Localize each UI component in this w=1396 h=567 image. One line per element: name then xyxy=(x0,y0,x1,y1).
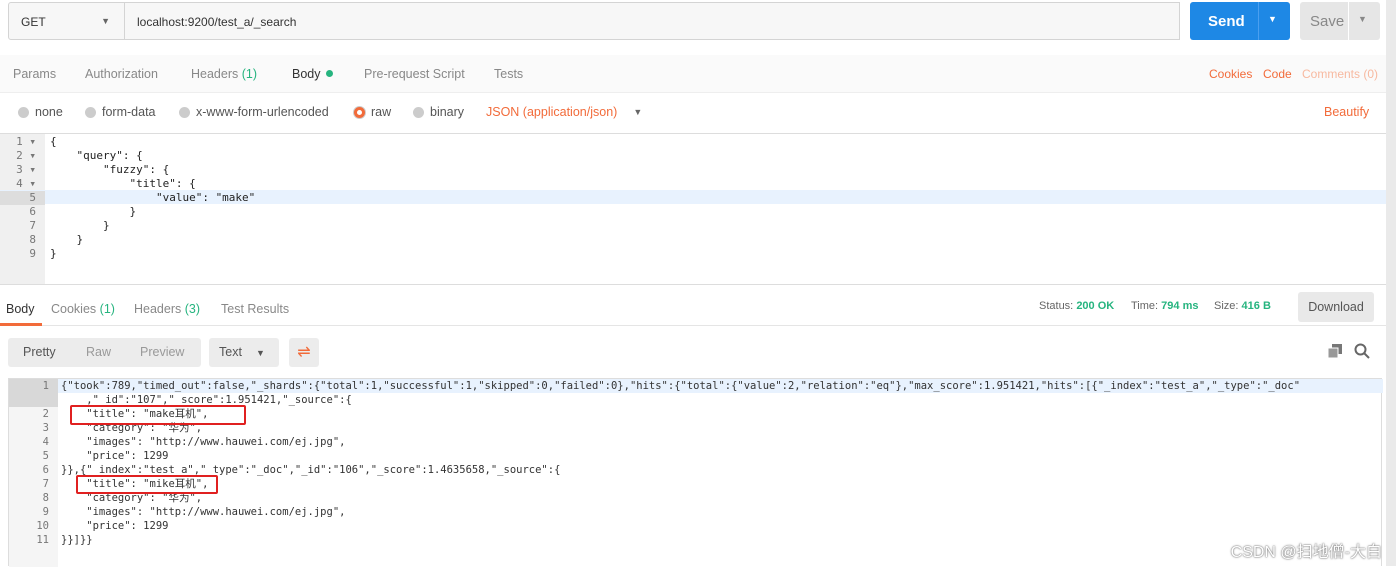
status-readout: Status: 200 OK xyxy=(1039,300,1115,312)
tab-response-headers[interactable]: Headers (3) xyxy=(134,302,200,316)
radio-binary[interactable]: binary xyxy=(413,105,464,119)
line-number: 10 xyxy=(36,520,49,532)
code-line: } xyxy=(50,247,57,260)
line-number: 3 ▾ xyxy=(16,163,36,176)
send-button[interactable]: Send ▼ xyxy=(1190,2,1290,40)
line-number: 2 ▾ xyxy=(16,149,36,162)
highlight-box xyxy=(76,475,218,494)
line-number: 5 xyxy=(42,450,49,462)
tab-response-cookies[interactable]: Cookies (1) xyxy=(51,302,115,316)
radio-urlencoded[interactable]: x-www-form-urlencoded xyxy=(179,105,329,119)
line-number: 6 xyxy=(42,464,49,476)
chevron-down-icon[interactable]: ▼ xyxy=(1268,14,1277,24)
tab-authorization[interactable]: Authorization xyxy=(85,67,158,81)
code-link[interactable]: Code xyxy=(1263,67,1292,81)
tab-tests[interactable]: Tests xyxy=(494,67,523,81)
line-number: 9 xyxy=(29,247,36,260)
active-dot-icon xyxy=(325,70,333,77)
search-icon[interactable] xyxy=(1354,343,1370,359)
tab-label: Body xyxy=(292,67,321,81)
chevron-down-icon: ▼ xyxy=(101,16,110,26)
line-number: 2 xyxy=(42,408,49,420)
content-type-select[interactable]: JSON (application/json) ▼ xyxy=(486,105,642,119)
code-line: "value": "make" xyxy=(50,191,256,204)
line-number: 9 xyxy=(42,506,49,518)
request-bar: GET ▼ localhost:9200/test_a/_search Send ▼… xyxy=(0,0,1396,52)
tab-label: Headers xyxy=(191,67,239,81)
response-line: "images": "http://www.hauwei.com/ej.jpg"… xyxy=(61,506,346,518)
request-tabs: Params Authorization Headers (1) Body Pr… xyxy=(0,55,1390,93)
pretty-button[interactable]: Pretty xyxy=(23,338,56,367)
response-body-viewer[interactable]: 1 {"took":789,"timed_out":false,"_shards"… xyxy=(8,378,1383,567)
response-line: "images": "http://www.hauwei.com/ej.jpg"… xyxy=(61,436,346,448)
line-number: 1 ▾ xyxy=(16,135,36,148)
line-number: 8 xyxy=(42,492,49,504)
line-number: 11 xyxy=(36,534,49,546)
line-number: 8 xyxy=(29,233,36,246)
time-readout: Time: 794 ms xyxy=(1131,300,1199,312)
line-number: 3 xyxy=(42,422,49,434)
method-select[interactable]: GET ▼ xyxy=(8,2,125,40)
tab-body[interactable]: Body xyxy=(292,67,333,81)
line-number xyxy=(9,393,49,407)
wrap-lines-icon[interactable]: ⇌ xyxy=(289,338,319,367)
scrollbar[interactable] xyxy=(1386,0,1396,566)
line-number: 7 xyxy=(42,478,49,490)
line-number: 7 xyxy=(29,219,36,232)
tab-headers[interactable]: Headers (1) xyxy=(191,67,257,81)
copy-icon[interactable] xyxy=(1327,344,1342,359)
response-line: "price": 1299 xyxy=(61,520,169,532)
chevron-down-icon: ▼ xyxy=(255,348,265,358)
line-number: 6 xyxy=(29,205,36,218)
line-number: 4 ▾ xyxy=(16,177,36,190)
send-label: Send xyxy=(1208,13,1245,30)
save-label: Save xyxy=(1310,13,1345,30)
cookies-link[interactable]: Cookies xyxy=(1209,67,1252,81)
line-number: 4 xyxy=(42,436,49,448)
response-toolbar: Pretty Raw Preview Text ▼ ⇌ xyxy=(0,336,1390,370)
tab-prerequest[interactable]: Pre-request Script xyxy=(364,67,465,81)
tab-test-results[interactable]: Test Results xyxy=(221,302,289,316)
code-line: } xyxy=(50,219,110,232)
watermark: CSDN @扫地僧-大白 xyxy=(1230,544,1382,561)
code-line: "query": { xyxy=(50,149,143,162)
headers-count: (1) xyxy=(241,67,258,81)
body-type-row: none form-data x-www-form-urlencoded raw… xyxy=(0,100,1390,128)
code-line: } xyxy=(50,233,84,246)
request-body-editor[interactable]: 1 ▾ {2 ▾ "query": { 3 ▾ "fuzzy": { 4 ▾ "tit… xyxy=(0,133,1390,285)
radio-raw[interactable]: raw xyxy=(354,105,391,119)
code-line: "title": { xyxy=(50,177,196,190)
response-line: "price": 1299 xyxy=(61,450,169,462)
save-button[interactable]: Save ▼ xyxy=(1300,2,1380,40)
line-number: 1 xyxy=(42,380,49,392)
format-select[interactable]: Text ▼ xyxy=(209,338,279,367)
beautify-link[interactable]: Beautify xyxy=(1324,105,1369,119)
response-tabs: Body Cookies (1) Headers (3) Test Result… xyxy=(0,290,1390,326)
method-value: GET xyxy=(21,15,46,29)
code-line: "fuzzy": { xyxy=(50,163,170,176)
comments-link[interactable]: Comments (0) xyxy=(1302,67,1378,81)
highlight-box xyxy=(70,405,246,425)
response-line: }}]}} xyxy=(61,534,93,546)
chevron-down-icon[interactable]: ▼ xyxy=(1358,14,1367,24)
response-line: {"took":789,"timed_out":false,"_shards":… xyxy=(61,380,1301,392)
chevron-down-icon: ▼ xyxy=(633,107,643,117)
preview-button[interactable]: Preview xyxy=(140,338,184,367)
radio-none[interactable]: none xyxy=(18,105,63,119)
tab-response-body[interactable]: Body xyxy=(6,302,35,316)
code-line: { xyxy=(50,135,57,148)
size-readout: Size: 416 B xyxy=(1214,300,1271,312)
tab-params[interactable]: Params xyxy=(13,67,56,81)
download-button[interactable]: Download xyxy=(1298,292,1374,322)
code-line: } xyxy=(50,205,137,218)
line-number: 5 xyxy=(0,191,45,205)
radio-form-data[interactable]: form-data xyxy=(85,105,156,119)
raw-button[interactable]: Raw xyxy=(86,338,111,367)
url-input[interactable]: localhost:9200/test_a/_search xyxy=(124,2,1180,40)
